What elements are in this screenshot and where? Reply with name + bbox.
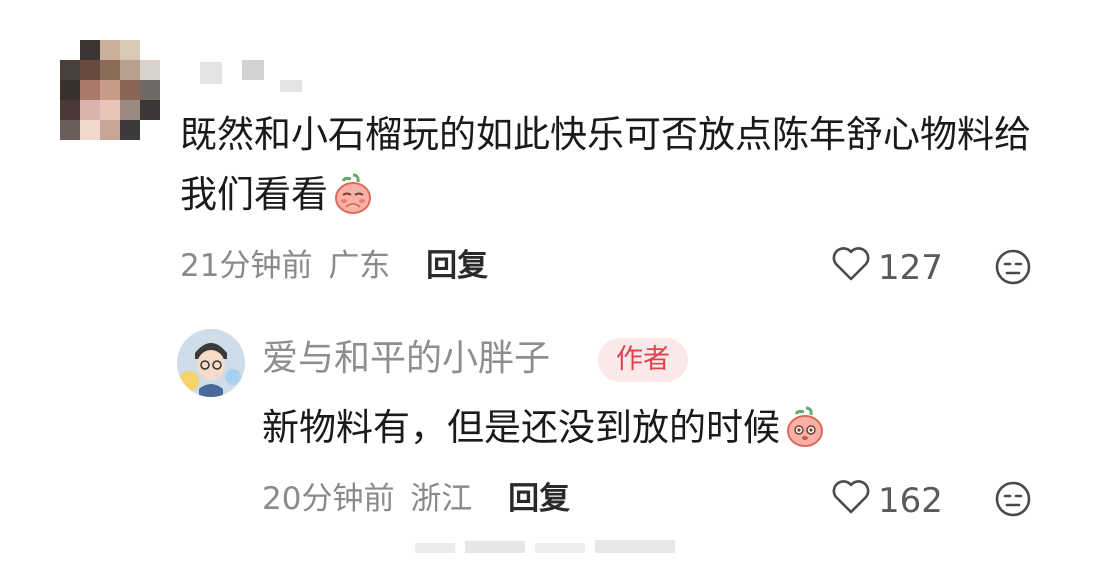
heart-icon bbox=[830, 477, 872, 524]
pleading-peach-emoji-icon bbox=[332, 173, 374, 233]
author-badge: 作者 bbox=[598, 338, 688, 382]
reply-text: 新物料有，但是还没到放的时候 bbox=[262, 401, 826, 463]
comment-text: 既然和小石榴玩的如此快乐可否放点陈年舒心物料给我们看看 bbox=[180, 105, 1040, 233]
reply-reply-button[interactable]: 回复 bbox=[508, 481, 570, 517]
dislike-face-icon[interactable] bbox=[994, 248, 1032, 286]
comment-like-button[interactable]: 127 bbox=[830, 244, 943, 291]
replier-username[interactable]: 爱与和平的小胖子 bbox=[262, 336, 550, 382]
reply-time: 20分钟前 bbox=[262, 481, 395, 517]
dislike-face-icon[interactable] bbox=[994, 480, 1032, 518]
peach-emoji-icon bbox=[784, 406, 826, 463]
reply-location: 浙江 bbox=[410, 481, 473, 517]
reply-like-count: 162 bbox=[878, 480, 943, 521]
comment-body: 既然和小石榴玩的如此快乐可否放点陈年舒心物料给我们看看 bbox=[180, 113, 1031, 216]
reply-meta: 20分钟前 浙江 回复 bbox=[262, 479, 570, 519]
comment-location: 广东 bbox=[328, 248, 391, 284]
commenter-avatar-pixelated[interactable] bbox=[60, 40, 160, 140]
replier-avatar[interactable] bbox=[177, 329, 245, 397]
comment-reply-button[interactable]: 回复 bbox=[426, 248, 488, 284]
comment-meta: 21分钟前 广东 回复 bbox=[180, 246, 488, 286]
reply-body: 新物料有，但是还没到放的时候 bbox=[262, 406, 780, 449]
comment-like-count: 127 bbox=[878, 247, 943, 288]
heart-icon bbox=[830, 244, 872, 291]
reply-like-button[interactable]: 162 bbox=[830, 477, 943, 524]
truncated-content-blur bbox=[415, 537, 685, 555]
commenter-name-redacted[interactable] bbox=[200, 60, 310, 94]
comment-time: 21分钟前 bbox=[180, 248, 313, 284]
